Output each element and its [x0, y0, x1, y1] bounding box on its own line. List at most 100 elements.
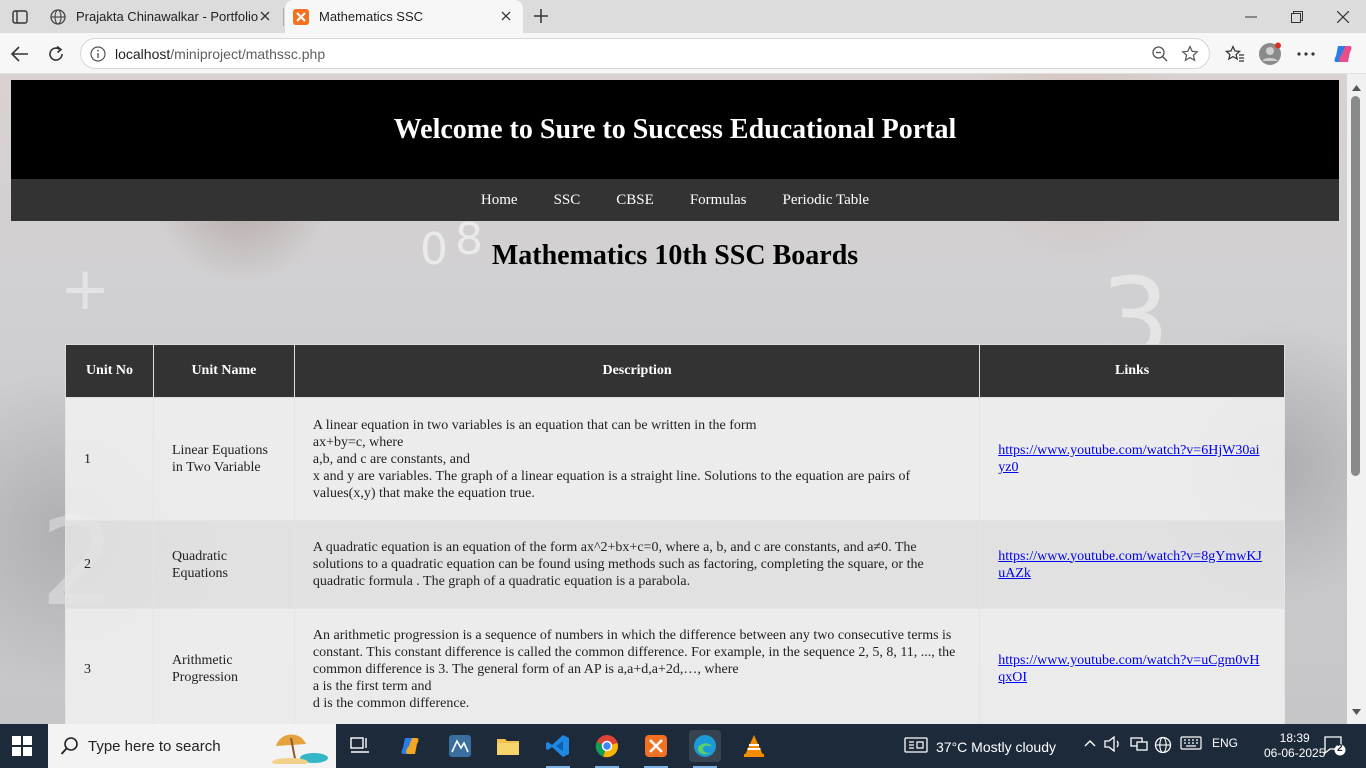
scroll-up-icon[interactable]	[1351, 82, 1362, 93]
vscode-icon[interactable]	[542, 730, 574, 768]
description-cell: A quadratic equation is an equation of t…	[293, 520, 981, 609]
minimize-icon[interactable]	[1228, 0, 1274, 33]
unit-no-cell: 1	[65, 397, 154, 521]
site-title: Welcome to Sure to Success Educational P…	[393, 113, 957, 145]
show-hidden-icons-icon[interactable]	[1084, 736, 1096, 750]
taskbar-search-box[interactable]: Type here to search	[48, 724, 336, 768]
close-window-icon[interactable]	[1320, 0, 1366, 33]
tab-title: Prajakta Chinawalkar - Portfolio	[76, 9, 259, 24]
tab-mathematics-ssc[interactable]: Mathematics SSC	[285, 0, 523, 33]
windows-taskbar: Type here to search 37°C Mostly cloudy E…	[0, 724, 1366, 768]
header-unit-name: Unit Name	[152, 344, 295, 398]
site-info-icon[interactable]	[90, 46, 106, 62]
weather-text: 37°C Mostly cloudy	[936, 738, 1056, 755]
tab-portfolio[interactable]: Prajakta Chinawalkar - Portfolio	[42, 0, 284, 33]
page-content: Welcome to Sure to Success Educational P…	[11, 80, 1339, 724]
favorite-star-icon[interactable]	[1181, 45, 1199, 63]
page-title: Mathematics 10th SSC Boards	[491, 240, 859, 271]
restore-icon[interactable]	[1274, 0, 1320, 33]
table-row: 2 Quadratic Equations A quadratic equati…	[65, 520, 1285, 609]
header-links: Links	[979, 344, 1285, 398]
windows-start-icon[interactable]	[12, 736, 32, 756]
nav-periodic-table[interactable]: Periodic Table	[764, 192, 887, 209]
profile-avatar-icon[interactable]	[1257, 41, 1283, 67]
links-cell: https://www.youtube.com/watch?v=6HjW30ai…	[979, 397, 1285, 521]
scroll-down-icon[interactable]	[1351, 706, 1362, 717]
language-globe-icon[interactable]	[1154, 736, 1172, 757]
volume-icon[interactable]	[1104, 735, 1122, 755]
file-explorer-icon[interactable]	[492, 730, 524, 762]
description-line: A quadratic equation is an equation of t…	[312, 540, 924, 589]
scroll-thumb[interactable]	[1351, 96, 1360, 476]
links-cell: https://www.youtube.com/watch?v=8gYmwKJu…	[979, 520, 1285, 609]
taskbar-clock[interactable]: 18:39 06-06-2025	[1264, 731, 1325, 761]
tab-actions-icon[interactable]	[8, 6, 32, 28]
nav-cbse[interactable]: CBSE	[598, 192, 672, 209]
unit-no-cell: 2	[65, 520, 154, 609]
header-unit-no: Unit No	[65, 344, 154, 398]
clock-date: 06-06-2025	[1264, 746, 1326, 760]
xampp-icon	[293, 8, 309, 25]
close-tab-icon[interactable]	[258, 9, 272, 23]
favorites-icon[interactable]	[1222, 41, 1248, 67]
description-line: An arithmetic progression is a sequence …	[312, 627, 956, 677]
globe-icon	[50, 8, 66, 25]
copilot-taskbar-icon[interactable]	[394, 730, 426, 762]
nav-ssc[interactable]: SSC	[536, 192, 599, 209]
unit-name-cell: Linear Equations in Two Variable	[152, 397, 295, 521]
description-line: a,b, and c are constants, and	[312, 451, 470, 467]
zoom-out-icon[interactable]	[1151, 45, 1169, 63]
back-icon[interactable]	[7, 41, 33, 67]
description-cell: A linear equation in two variables is an…	[293, 397, 981, 521]
close-tab-icon[interactable]	[499, 9, 513, 23]
reload-icon[interactable]	[43, 41, 69, 67]
search-placeholder: Type here to search	[88, 737, 221, 755]
site-header: Welcome to Sure to Success Educational P…	[11, 80, 1339, 179]
more-options-icon[interactable]	[1293, 41, 1319, 67]
clock-time: 18:39	[1279, 731, 1310, 745]
copilot-icon[interactable]	[1330, 41, 1356, 67]
units-table: Unit No Unit Name Description Links 1 Li…	[65, 344, 1285, 724]
table-header-row: Unit No Unit Name Description Links	[65, 344, 1285, 398]
page-viewport: 0 8 3 2 + Welcome to Sure to Success Edu…	[0, 74, 1347, 724]
chrome-icon[interactable]	[591, 730, 623, 768]
new-tab-icon[interactable]	[530, 5, 552, 27]
video-link[interactable]: https://www.youtube.com/watch?v=6HjW30ai…	[998, 443, 1259, 475]
network-icon[interactable]	[1130, 736, 1148, 755]
beach-umbrella-icon	[270, 724, 332, 768]
input-language[interactable]: ENG	[1212, 736, 1238, 750]
url-path: /miniproject/mathssc.php	[170, 46, 326, 62]
nav-home[interactable]: Home	[463, 192, 536, 209]
description-line: x and y are variables. The graph of a li…	[312, 468, 911, 501]
tab-title: Mathematics SSC	[319, 9, 424, 24]
unit-no-cell: 3	[65, 608, 154, 724]
notification-center-icon[interactable]: 2	[1324, 736, 1346, 756]
weather-widget[interactable]: 37°C Mostly cloudy	[904, 736, 1056, 757]
site-nav: Home SSC CBSE Formulas Periodic Table	[11, 179, 1339, 221]
nav-formulas[interactable]: Formulas	[672, 192, 765, 209]
browser-toolbar: localhost/miniproject/mathssc.php	[0, 33, 1366, 74]
vlc-icon[interactable]	[738, 730, 770, 762]
url-text: localhost/miniproject/mathssc.php	[115, 46, 325, 62]
weather-cloud-icon	[904, 736, 928, 757]
task-view-icon[interactable]	[344, 730, 376, 762]
links-cell: https://www.youtube.com/watch?v=uCgm0vHq…	[979, 608, 1285, 724]
table-row: 3 Arithmetic Progression An arithmetic p…	[65, 608, 1285, 724]
video-link[interactable]: https://www.youtube.com/watch?v=8gYmwKJu…	[998, 549, 1262, 581]
unit-name-cell: Quadratic Equations	[152, 520, 295, 609]
unit-name-cell: Arithmetic Progression	[152, 608, 295, 724]
description-line: a is the first term and	[312, 678, 432, 694]
video-link[interactable]: https://www.youtube.com/watch?v=uCgm0vHq…	[998, 653, 1259, 685]
page-scrollbar[interactable]	[1347, 74, 1366, 724]
address-bar[interactable]: localhost/miniproject/mathssc.php	[80, 38, 1210, 69]
edge-icon[interactable]	[689, 730, 721, 768]
table-row: 1 Linear Equations in Two Variable A lin…	[65, 397, 1285, 521]
keyboard-icon[interactable]	[1180, 736, 1202, 753]
browser-tab-strip: Prajakta Chinawalkar - Portfolio Mathema…	[0, 0, 1366, 33]
header-description: Description	[293, 344, 981, 398]
description-line: ax+by=c, where	[312, 434, 404, 450]
xampp-taskbar-icon[interactable]	[640, 730, 672, 768]
mysql-workbench-icon[interactable]	[444, 730, 476, 762]
search-icon	[60, 736, 80, 756]
description-line: A linear equation in two variables is an…	[312, 417, 757, 433]
